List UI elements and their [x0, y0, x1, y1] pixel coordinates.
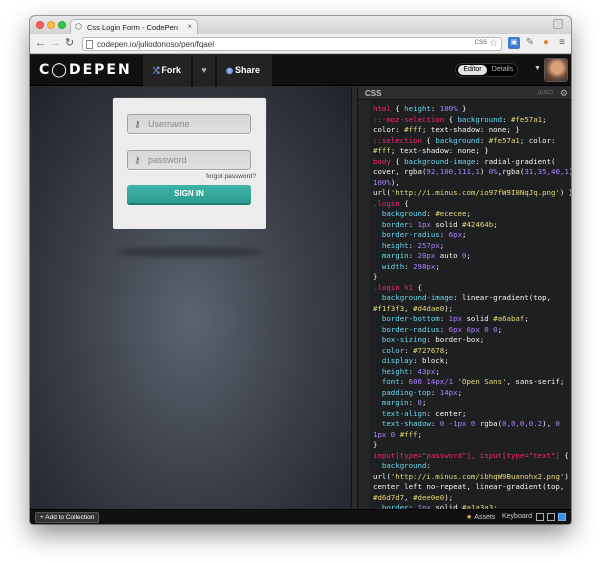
editor-view-button[interactable]: Editor [458, 65, 487, 75]
result-pane: ⚷ Username ⚷ password forgot password? S… [30, 87, 351, 509]
address-bar[interactable]: codepen.io/juliodonoso/pen/fqael CSS ☆ [82, 37, 502, 51]
add-to-collection-button[interactable]: + Add to Collection [35, 512, 100, 523]
fork-button[interactable]: ⤮ Fork [143, 55, 191, 86]
assets-button[interactable]: ★ Assets [466, 513, 495, 521]
share-label: Share [234, 65, 260, 75]
page-icon [86, 40, 93, 49]
keyboard-button[interactable]: Keyboard [502, 513, 532, 520]
login-shadow [118, 247, 263, 257]
details-view-button[interactable]: Details [489, 65, 516, 75]
forgot-password-link[interactable]: forgot password? [206, 173, 256, 180]
zoom-window-button[interactable] [58, 21, 66, 29]
tab-title: Css Login Form - CodePen [87, 23, 178, 32]
fork-icon: ⤮ [153, 66, 160, 75]
username-placeholder: Username [148, 119, 190, 129]
close-window-button[interactable] [36, 21, 44, 29]
editor-header: CSS (ESC) ⚙ [358, 87, 571, 100]
dropdown-caret-icon[interactable]: ▼ [534, 65, 541, 72]
sign-in-button[interactable]: SIGN IN [127, 185, 251, 203]
extension-icon[interactable]: ▣ [508, 37, 520, 49]
key-icon: ⚷ [134, 119, 141, 129]
fork-label: Fork [161, 65, 181, 75]
avatar[interactable] [544, 58, 568, 82]
codepen-header: C◯DEPEN ⤮ Fork ♥ ◉ Share Editor Details ▼ [30, 55, 571, 86]
code-area[interactable]: html { height: 100% } ::-moz-selection {… [373, 104, 571, 509]
heart-icon: ♥ [201, 65, 207, 75]
tab-close-icon[interactable]: × [187, 22, 192, 31]
codepen-logo[interactable]: C◯DEPEN [39, 62, 132, 78]
line-gutter [358, 100, 370, 509]
layout-right-icon[interactable] [558, 513, 566, 521]
password-input[interactable]: ⚷ password [127, 150, 251, 170]
editor-title: CSS [365, 89, 382, 98]
password-placeholder: password [148, 155, 187, 165]
layout-left-icon[interactable] [536, 513, 544, 521]
key-icon: ⚷ [134, 155, 141, 165]
menu-icon[interactable]: ≡ [556, 37, 568, 49]
reload-button[interactable]: ↻ [65, 37, 74, 49]
bookmark-star-icon[interactable]: ☆ [489, 38, 498, 49]
forward-button[interactable]: → [50, 37, 61, 49]
assets-label: Assets [474, 514, 496, 521]
star-icon: ★ [466, 514, 473, 521]
gear-icon[interactable]: ⚙ [560, 88, 568, 99]
codepen-footer: + Add to Collection ★ Assets Keyboard [30, 509, 571, 524]
heart-button[interactable]: ♥ [193, 55, 215, 86]
share-button[interactable]: ◉ Share [217, 55, 272, 86]
view-toggle: Editor Details [455, 63, 518, 77]
layout-top-icon[interactable] [547, 513, 555, 521]
editor-esc-hint: (ESC) [538, 90, 553, 96]
back-button[interactable]: ← [35, 37, 46, 49]
extension-orange-icon[interactable]: ● [540, 37, 552, 49]
pane-splitter[interactable] [351, 87, 358, 509]
browser-window: ⬡ Css Login Form - CodePen × ← → ↻ codep… [30, 16, 571, 524]
browser-titlebar: ⬡ Css Login Form - CodePen × [30, 16, 571, 35]
url-text: codepen.io/juliodonoso/pen/fqael [97, 40, 214, 49]
profile-icon[interactable] [553, 19, 563, 29]
minimize-window-button[interactable] [47, 21, 55, 29]
tools-icon[interactable]: ✎ [524, 37, 536, 49]
username-input[interactable]: ⚷ Username [127, 114, 251, 134]
browser-tab[interactable]: ⬡ Css Login Form - CodePen × [70, 19, 198, 35]
css-editor: CSS (ESC) ⚙ html { height: 100% } ::-moz… [358, 87, 571, 509]
share-icon: ◉ [226, 66, 233, 75]
css-badge: CSS [474, 40, 487, 46]
browser-toolbar: ← → ↻ codepen.io/juliodonoso/pen/fqael C… [30, 34, 571, 54]
login-form: ⚷ Username ⚷ password forgot password? S… [112, 97, 267, 230]
codepen-favicon-icon: ⬡ [75, 22, 82, 31]
